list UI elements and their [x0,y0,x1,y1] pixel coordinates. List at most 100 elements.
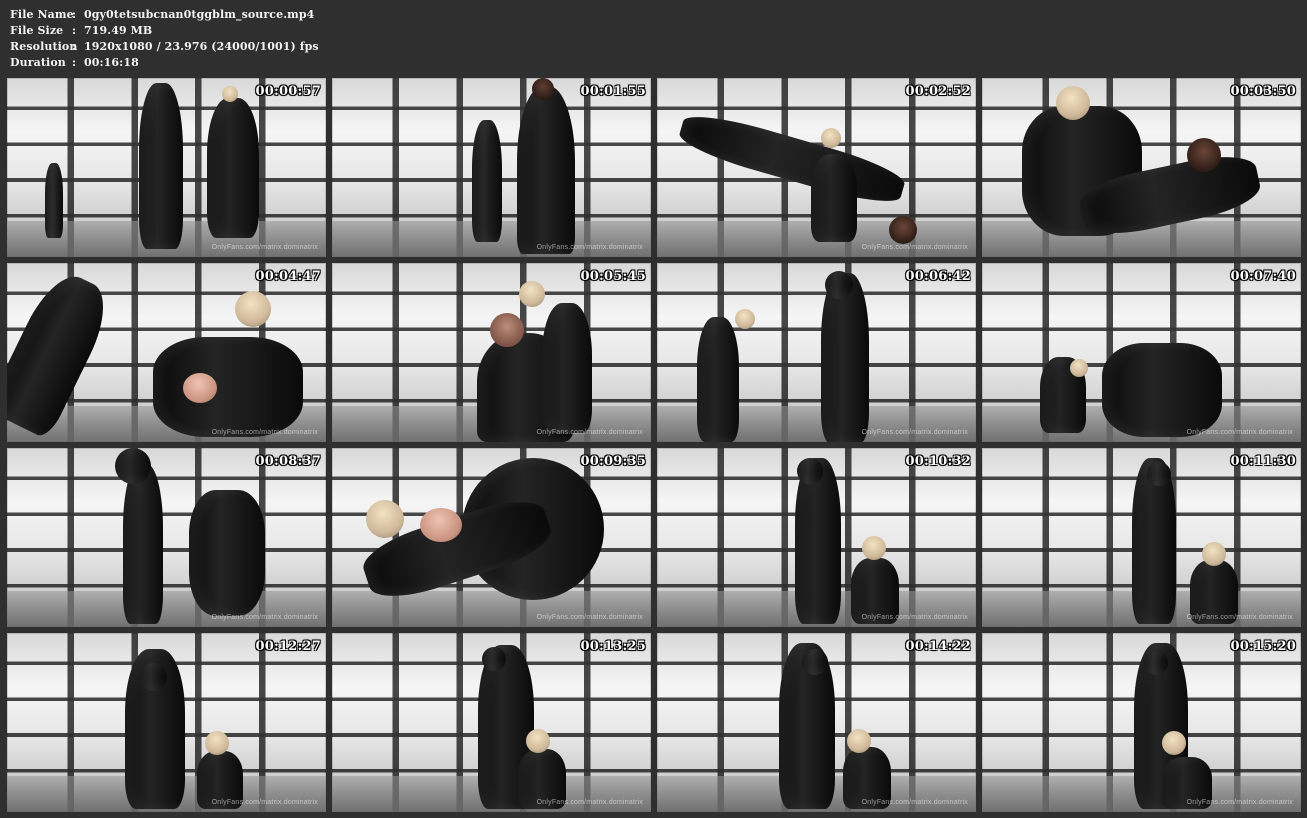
timestamp-label: 00:06:42 [905,269,971,284]
duration-value: 00:16:18 [84,56,139,69]
hair-shape [235,291,271,327]
thumbnail[interactable]: 00:00:57 OnlyFans.com/matrix.dominatrix [7,78,326,257]
head-shape [825,271,853,299]
head-shape [482,647,506,671]
figure-shape [139,83,183,249]
thumbnail[interactable]: 00:12:27 OnlyFans.com/matrix.dominatrix [7,633,326,812]
watermark-text: OnlyFans.com/matrix.dominatrix [1186,614,1293,621]
file-size-row: File Size : 719.49 MB [10,23,430,39]
watermark-text: OnlyFans.com/matrix.dominatrix [536,799,643,806]
timestamp-label: 00:00:57 [255,84,321,99]
thumbnail[interactable]: 00:11:30 OnlyFans.com/matrix.dominatrix [982,448,1301,627]
thumbnail[interactable]: 00:06:42 OnlyFans.com/matrix.dominatrix [657,263,976,442]
watermark-text: OnlyFans.com/matrix.dominatrix [861,244,968,251]
figure-shape [189,490,265,616]
thumbnail[interactable]: 00:08:37 OnlyFans.com/matrix.dominatrix [7,448,326,627]
figure-shape [517,86,575,254]
watermark-text: OnlyFans.com/matrix.dominatrix [211,799,318,806]
hair-shape [526,729,550,753]
thumbnail[interactable]: 00:07:40 OnlyFans.com/matrix.dominatrix [982,263,1301,442]
head-shape [797,458,823,484]
figure-shape [207,98,259,238]
watermark-text: OnlyFans.com/matrix.dominatrix [211,614,318,621]
hair-shape [1202,542,1226,566]
floor [332,591,651,627]
head-shape [115,448,151,484]
thumbnail[interactable]: 00:02:52 OnlyFans.com/matrix.dominatrix [657,78,976,257]
contact-sheet-page: File Name : 0gy0tetsubcnan0tggblm_source… [0,0,1307,818]
watermark-text: OnlyFans.com/matrix.dominatrix [211,244,318,251]
thumbnail[interactable]: 00:13:25 OnlyFans.com/matrix.dominatrix [332,633,651,812]
watermark-text: OnlyFans.com/matrix.dominatrix [536,614,643,621]
timestamp-label: 00:03:50 [1230,84,1296,99]
thumbnail[interactable]: 00:15:20 OnlyFans.com/matrix.dominatrix [982,633,1301,812]
thumbnail[interactable]: 00:03:50 [982,78,1301,257]
timestamp-label: 00:05:45 [580,269,646,284]
watermark-text: OnlyFans.com/matrix.dominatrix [211,429,318,436]
face-shape [490,313,524,347]
head-shape [139,663,167,691]
file-size-value: 719.49 MB [84,24,153,37]
file-name-separator: : [72,8,77,21]
file-name-row: File Name : 0gy0tetsubcnan0tggblm_source… [10,7,430,23]
thumbnail[interactable]: 00:14:22 OnlyFans.com/matrix.dominatrix [657,633,976,812]
figure-shape [811,154,857,242]
hair-shape [735,309,755,329]
face-shape [183,373,217,403]
figure-shape [795,458,841,624]
head-shape [532,78,554,100]
resolution-row: Resolution : 1920x1080 / 23.976 (24000/1… [10,39,430,55]
thumbnail[interactable]: 00:09:35 OnlyFans.com/matrix.dominatrix [332,448,651,627]
timestamp-label: 00:12:27 [255,639,321,654]
figure-shape [153,337,303,437]
hair-shape [1056,86,1090,120]
timestamp-label: 00:04:47 [255,269,321,284]
hair-shape [519,281,545,307]
thumbnail[interactable]: 00:01:55 OnlyFans.com/matrix.dominatrix [332,78,651,257]
head-shape [889,216,917,244]
head-shape [1144,651,1168,675]
duration-row: Duration : 00:16:18 [10,55,430,71]
file-info: File Name : 0gy0tetsubcnan0tggblm_source… [10,7,430,71]
timestamp-label: 00:10:32 [905,454,971,469]
file-size-separator: : [72,24,77,37]
hair-shape [1162,731,1186,755]
thumbnail-grid: 00:00:57 OnlyFans.com/matrix.dominatrix … [7,78,1301,814]
duration-label: Duration [10,56,66,69]
timestamp-label: 00:02:52 [905,84,971,99]
floor [7,591,326,627]
face-shape [420,508,462,542]
head-shape [802,649,828,675]
file-name-label: File Name [10,8,74,21]
thumbnail[interactable]: 00:05:45 OnlyFans.com/matrix.dominatrix [332,263,651,442]
hair-shape [821,128,841,148]
duration-separator: : [72,56,77,69]
head-shape [1147,462,1171,486]
figure-shape [821,273,869,442]
watermark-text: OnlyFans.com/matrix.dominatrix [1186,429,1293,436]
figure-shape [472,120,502,242]
timestamp-label: 00:13:25 [580,639,646,654]
timestamp-label: 00:15:20 [1230,639,1296,654]
hair-shape [847,729,871,753]
head-shape [1187,138,1221,172]
hair-shape [1070,359,1088,377]
figure-shape [1102,343,1222,437]
figure-shape [542,303,592,433]
file-name-value: 0gy0tetsubcnan0tggblm_source.mp4 [84,8,315,21]
hair-shape [222,86,238,102]
timestamp-label: 00:01:55 [580,84,646,99]
timestamp-label: 00:09:35 [580,454,646,469]
watermark-text: OnlyFans.com/matrix.dominatrix [1186,799,1293,806]
thumbnail[interactable]: 00:04:47 OnlyFans.com/matrix.dominatrix [7,263,326,442]
watermark-text: OnlyFans.com/matrix.dominatrix [536,244,643,251]
timestamp-label: 00:07:40 [1230,269,1296,284]
resolution-label: Resolution [10,40,78,53]
watermark-text: OnlyFans.com/matrix.dominatrix [536,429,643,436]
resolution-value: 1920x1080 / 23.976 (24000/1001) fps [84,40,319,53]
resolution-separator: : [72,40,77,53]
hair-shape [862,536,886,560]
timestamp-label: 00:14:22 [905,639,971,654]
thumbnail[interactable]: 00:10:32 OnlyFans.com/matrix.dominatrix [657,448,976,627]
hair-shape [366,500,404,538]
